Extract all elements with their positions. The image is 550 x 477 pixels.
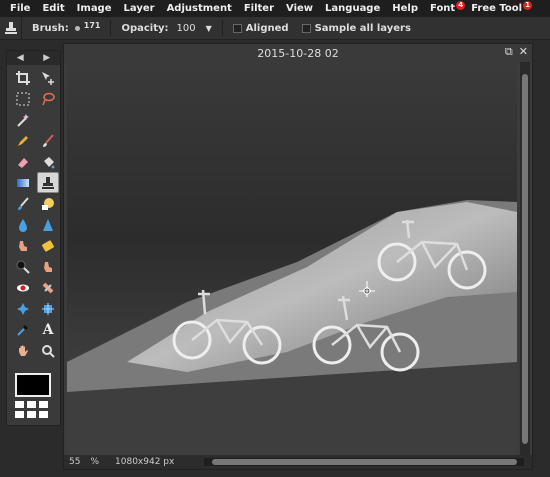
menu-font[interactable]: Font 4 <box>424 1 466 14</box>
aligned-checkbox[interactable] <box>232 23 242 33</box>
divider <box>110 20 112 36</box>
bloat-icon[interactable] <box>12 298 34 319</box>
vertical-scroll-thumb[interactable] <box>522 74 528 444</box>
clone-stamp-icon <box>0 17 22 39</box>
blank <box>37 109 59 130</box>
image-dimensions: 1080x942 px <box>115 457 175 467</box>
horizontal-scroll-thumb[interactable] <box>212 459 517 465</box>
vertical-scrollbar[interactable] <box>520 62 530 455</box>
menu-language[interactable]: Language <box>319 3 386 14</box>
marquee-icon[interactable] <box>12 88 34 109</box>
paint-bucket-icon[interactable] <box>37 151 59 172</box>
drawing-icon[interactable] <box>37 193 59 214</box>
divider <box>221 20 223 36</box>
menu-layer[interactable]: Layer <box>118 3 161 14</box>
menu-adjustment[interactable]: Adjustment <box>161 3 238 14</box>
blur-icon[interactable] <box>12 214 34 235</box>
brush-label: Brush: <box>32 22 69 34</box>
document-titlebar[interactable]: 2015-10-28 02 ⧉ ✕ <box>64 44 532 62</box>
dodge-icon[interactable] <box>12 256 34 277</box>
aligned-label: Aligned <box>245 22 289 34</box>
brush-icon[interactable] <box>37 130 59 151</box>
menu-filter[interactable]: Filter <box>238 3 280 14</box>
restore-icon[interactable]: ⧉ <box>505 45 513 59</box>
red-eye-icon[interactable] <box>12 277 34 298</box>
free-tool-badge: 1 <box>523 1 533 10</box>
magic-wand-icon[interactable] <box>12 109 34 130</box>
move-icon[interactable] <box>37 67 59 88</box>
menu-view[interactable]: View <box>280 3 319 14</box>
menu-help[interactable]: Help <box>386 3 424 14</box>
status-bar: 55 % 1080x942 px <box>64 455 532 469</box>
sample-all-layers-checkbox[interactable] <box>301 23 311 33</box>
color-replace-icon[interactable] <box>12 193 34 214</box>
swatch-grid-icon[interactable] <box>15 401 48 418</box>
brush-picker[interactable]: 171 <box>74 20 101 33</box>
toolbox-panel: ◀ ▶ A <box>6 50 61 426</box>
brush-size: 171 <box>83 20 101 30</box>
hand-icon[interactable] <box>12 340 34 361</box>
color-swatch[interactable] <box>15 373 51 397</box>
image-canvas[interactable] <box>67 62 517 457</box>
document-window: 2015-10-28 02 ⧉ ✕ 55 % 1080x942 px <box>63 43 533 470</box>
sponge-icon[interactable] <box>37 235 59 256</box>
gradient-icon[interactable] <box>12 172 34 193</box>
font-badge: 4 <box>456 1 466 10</box>
burn-icon[interactable] <box>37 256 59 277</box>
brush-dot-icon <box>74 25 80 31</box>
lasso-icon[interactable] <box>37 88 59 109</box>
clone-stamp-icon[interactable] <box>37 172 59 193</box>
tool-grid: A <box>7 65 60 363</box>
arrow-left-icon[interactable]: ◀ <box>17 53 24 63</box>
horizontal-scrollbar[interactable] <box>204 458 524 466</box>
zoom-icon[interactable] <box>37 340 59 361</box>
document-title: 2015-10-28 02 <box>257 46 339 60</box>
opacity-dropdown-icon[interactable]: ▼ <box>206 24 212 33</box>
type-icon[interactable]: A <box>37 319 59 340</box>
crop-icon[interactable] <box>12 67 34 88</box>
color-picker-icon[interactable] <box>12 319 34 340</box>
menu-image[interactable]: Image <box>71 3 118 14</box>
eraser-icon[interactable] <box>12 151 34 172</box>
close-icon[interactable]: ✕ <box>519 45 528 59</box>
spot-heal-icon[interactable] <box>37 277 59 298</box>
zoom-unit: % <box>90 457 100 467</box>
photo-bicycles <box>67 62 517 457</box>
toolbox-header[interactable]: ◀ ▶ <box>7 51 60 65</box>
opacity-value[interactable]: 100 <box>177 23 196 34</box>
sample-all-layers-label: Sample all layers <box>314 22 411 34</box>
menu-free-tool[interactable]: Free Tool 1 <box>465 1 533 14</box>
menu-edit[interactable]: Edit <box>36 3 70 14</box>
menu-file[interactable]: File <box>4 3 36 14</box>
pinch-icon[interactable] <box>37 298 59 319</box>
options-bar: Brush: 171 Opacity: 100 ▼ Aligned Sample… <box>0 17 550 40</box>
zoom-value[interactable]: 55 <box>69 457 80 467</box>
smudge-icon[interactable] <box>12 235 34 256</box>
pencil-icon[interactable] <box>12 130 34 151</box>
sharpen-icon[interactable] <box>37 214 59 235</box>
arrow-right-icon[interactable]: ▶ <box>43 53 50 63</box>
menu-bar: File Edit Image Layer Adjustment Filter … <box>0 0 550 17</box>
opacity-label: Opacity: <box>121 22 169 34</box>
